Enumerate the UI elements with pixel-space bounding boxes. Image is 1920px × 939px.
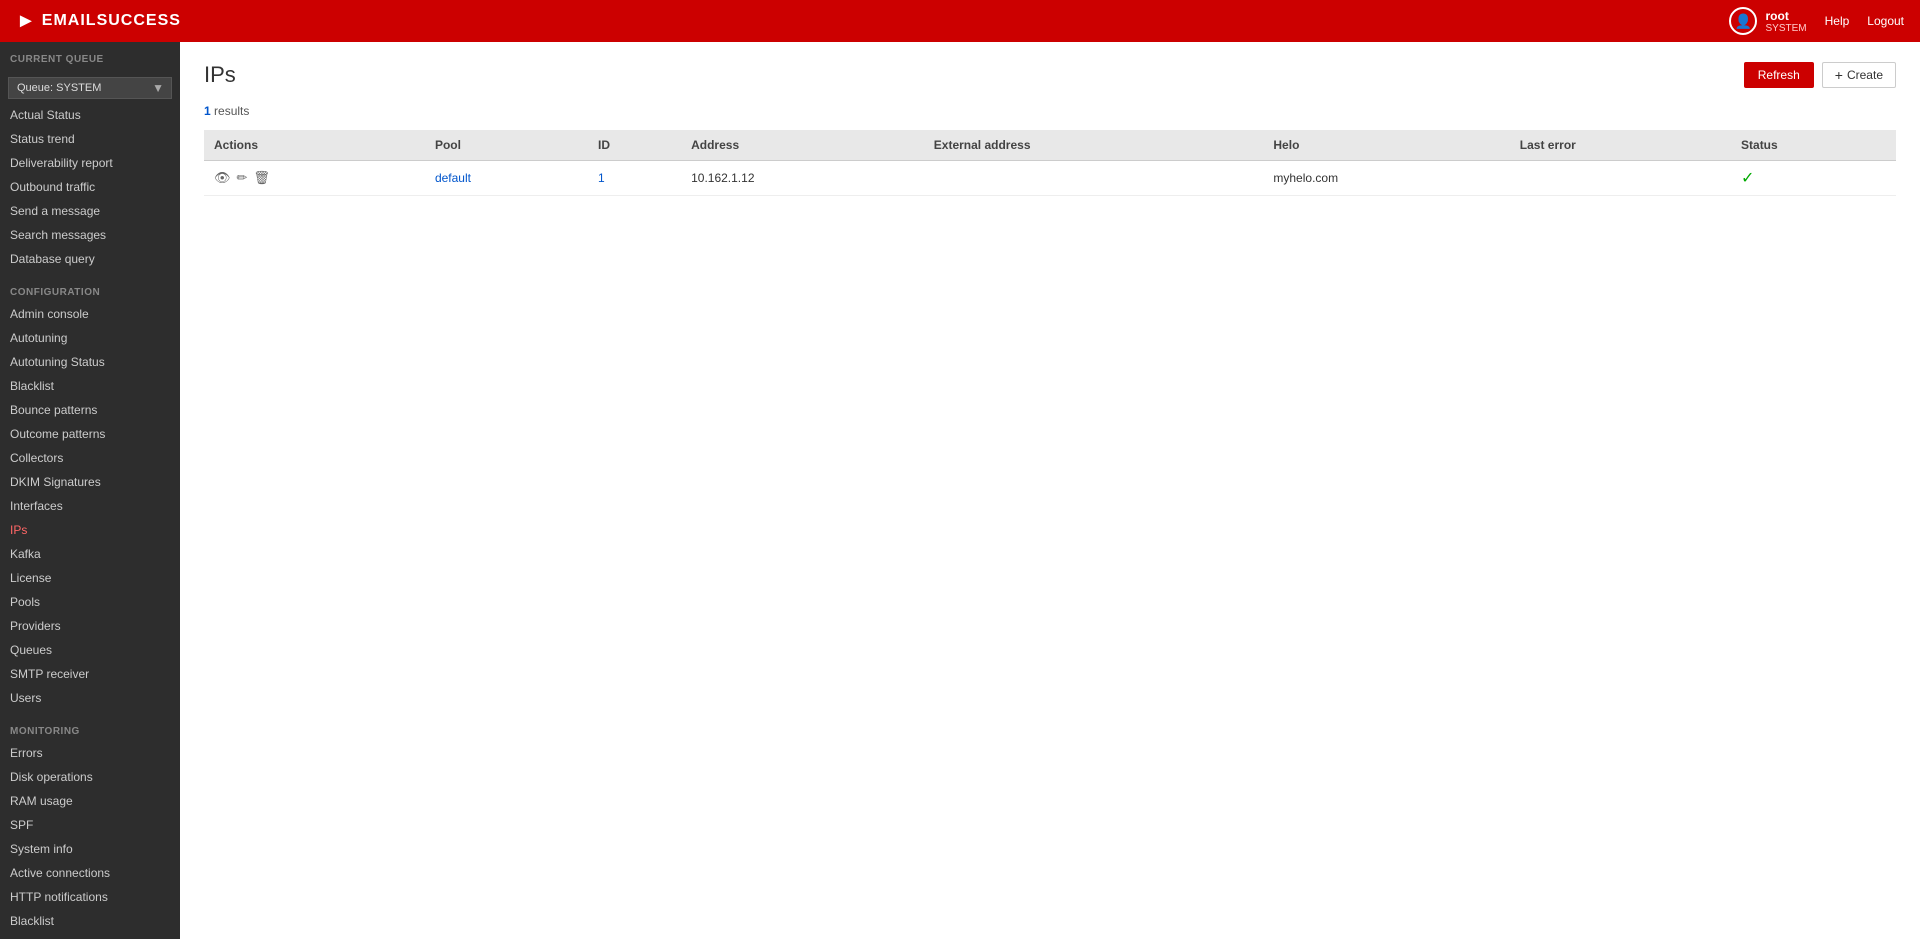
status-ok-icon: ✓ [1741,170,1754,187]
sidebar-item-spf[interactable]: SPF [0,813,180,837]
sidebar-item-blacklist[interactable]: Blacklist [0,374,180,398]
logout-link[interactable]: Logout [1867,14,1904,28]
sidebar-item-actual-status[interactable]: Actual Status [0,103,180,127]
sidebar-item-message-batches[interactable]: Message batches [0,933,180,939]
configuration-section-title: CONFIGURATION [0,275,180,302]
sidebar-item-status-trend[interactable]: Status trend [0,127,180,151]
monitoring-section-title: MONITORING [0,714,180,741]
row-id: 1 [588,161,681,196]
sidebar: CURRENT QUEUE Queue: SYSTEM ▼ Actual Sta… [0,42,180,939]
help-link[interactable]: Help [1825,14,1850,28]
row-last-error [1510,161,1731,196]
edit-icon[interactable]: ✏ [237,170,248,186]
row-helo: myhelo.com [1263,161,1509,196]
monitoring-links: Errors Disk operations RAM usage SPF Sys… [0,741,180,939]
sidebar-item-http-notifications[interactable]: HTTP notifications [0,885,180,909]
sidebar-item-smtp-receiver[interactable]: SMTP receiver [0,662,180,686]
sidebar-item-blacklist-monitoring[interactable]: Blacklist [0,909,180,933]
col-actions: Actions [204,130,425,161]
row-pool: default [425,161,588,196]
queue-select[interactable]: Queue: SYSTEM [8,77,172,99]
current-queue-links: Actual Status Status trend Deliverabilit… [0,103,180,271]
row-address: 10.162.1.12 [681,161,924,196]
current-queue-section-title: CURRENT QUEUE [0,42,180,69]
user-info: 👤 root SYSTEM [1729,7,1806,35]
top-right-actions: Refresh + Create [1744,62,1896,88]
header-right: 👤 root SYSTEM Help Logout [1729,7,1904,35]
view-icon[interactable]: 👁 [214,170,231,186]
sidebar-item-license[interactable]: License [0,566,180,590]
header: ► EMAILSUCCESS 👤 root SYSTEM Help Logout [0,0,1920,42]
user-name: root [1765,9,1806,23]
user-role: SYSTEM [1765,23,1806,34]
logo-arrow: ► [16,10,36,33]
results-number: 1 [204,104,211,118]
row-status: ✓ [1731,161,1896,196]
sidebar-item-dkim-signatures[interactable]: DKIM Signatures [0,470,180,494]
sidebar-item-kafka[interactable]: Kafka [0,542,180,566]
row-actions: 👁 ✏ 🗑 [204,161,425,196]
sidebar-item-outcome-patterns[interactable]: Outcome patterns [0,422,180,446]
queue-selector[interactable]: Queue: SYSTEM ▼ [8,77,172,99]
sidebar-item-autotuning-status[interactable]: Autotuning Status [0,350,180,374]
sidebar-item-search-messages[interactable]: Search messages [0,223,180,247]
sidebar-item-ram-usage[interactable]: RAM usage [0,789,180,813]
sidebar-item-errors[interactable]: Errors [0,741,180,765]
sidebar-item-queues[interactable]: Queues [0,638,180,662]
ips-table: Actions Pool ID Address External address… [204,130,1896,196]
action-icons: 👁 ✏ 🗑 [214,170,415,186]
sidebar-item-deliverability-report[interactable]: Deliverability report [0,151,180,175]
sidebar-item-system-info[interactable]: System info [0,837,180,861]
main-content: IPs Refresh + Create 1 results Actions P… [180,42,1920,939]
create-label: Create [1847,68,1883,82]
sidebar-item-database-query[interactable]: Database query [0,247,180,271]
table-row: 👁 ✏ 🗑 default 1 10.162.1.12 myhelo.com ✓ [204,161,1896,196]
sidebar-item-providers[interactable]: Providers [0,614,180,638]
layout: CURRENT QUEUE Queue: SYSTEM ▼ Actual Sta… [0,42,1920,939]
results-count: 1 results [204,104,1896,118]
brand-name: EMAILSUCCESS [42,12,181,30]
sidebar-item-send-message[interactable]: Send a message [0,199,180,223]
sidebar-item-bounce-patterns[interactable]: Bounce patterns [0,398,180,422]
sidebar-item-users[interactable]: Users [0,686,180,710]
sidebar-item-pools[interactable]: Pools [0,590,180,614]
sidebar-item-active-connections[interactable]: Active connections [0,861,180,885]
page-title: IPs [204,62,236,88]
col-helo: Helo [1263,130,1509,161]
delete-icon[interactable]: 🗑 [253,170,270,186]
sidebar-item-disk-operations[interactable]: Disk operations [0,765,180,789]
col-address: Address [681,130,924,161]
user-details: root SYSTEM [1765,9,1806,34]
page-header: IPs Refresh + Create [204,62,1896,88]
sidebar-item-admin-console[interactable]: Admin console [0,302,180,326]
configuration-links: Admin console Autotuning Autotuning Stat… [0,302,180,710]
user-avatar: 👤 [1729,7,1757,35]
sidebar-item-outbound-traffic[interactable]: Outbound traffic [0,175,180,199]
col-pool: Pool [425,130,588,161]
col-id: ID [588,130,681,161]
logo: ► EMAILSUCCESS [16,10,181,33]
col-status: Status [1731,130,1896,161]
table-header-row: Actions Pool ID Address External address… [204,130,1896,161]
row-external-address [924,161,1264,196]
create-icon: + [1835,67,1843,83]
table-body: 👁 ✏ 🗑 default 1 10.162.1.12 myhelo.com ✓ [204,161,1896,196]
refresh-button[interactable]: Refresh [1744,62,1814,88]
results-label: results [214,104,249,118]
id-link[interactable]: 1 [598,171,605,185]
create-button[interactable]: + Create [1822,62,1896,88]
sidebar-item-ips[interactable]: IPs [0,518,180,542]
col-last-error: Last error [1510,130,1731,161]
pool-link[interactable]: default [435,171,471,185]
sidebar-item-interfaces[interactable]: Interfaces [0,494,180,518]
col-external-address: External address [924,130,1264,161]
sidebar-item-collectors[interactable]: Collectors [0,446,180,470]
sidebar-item-autotuning[interactable]: Autotuning [0,326,180,350]
